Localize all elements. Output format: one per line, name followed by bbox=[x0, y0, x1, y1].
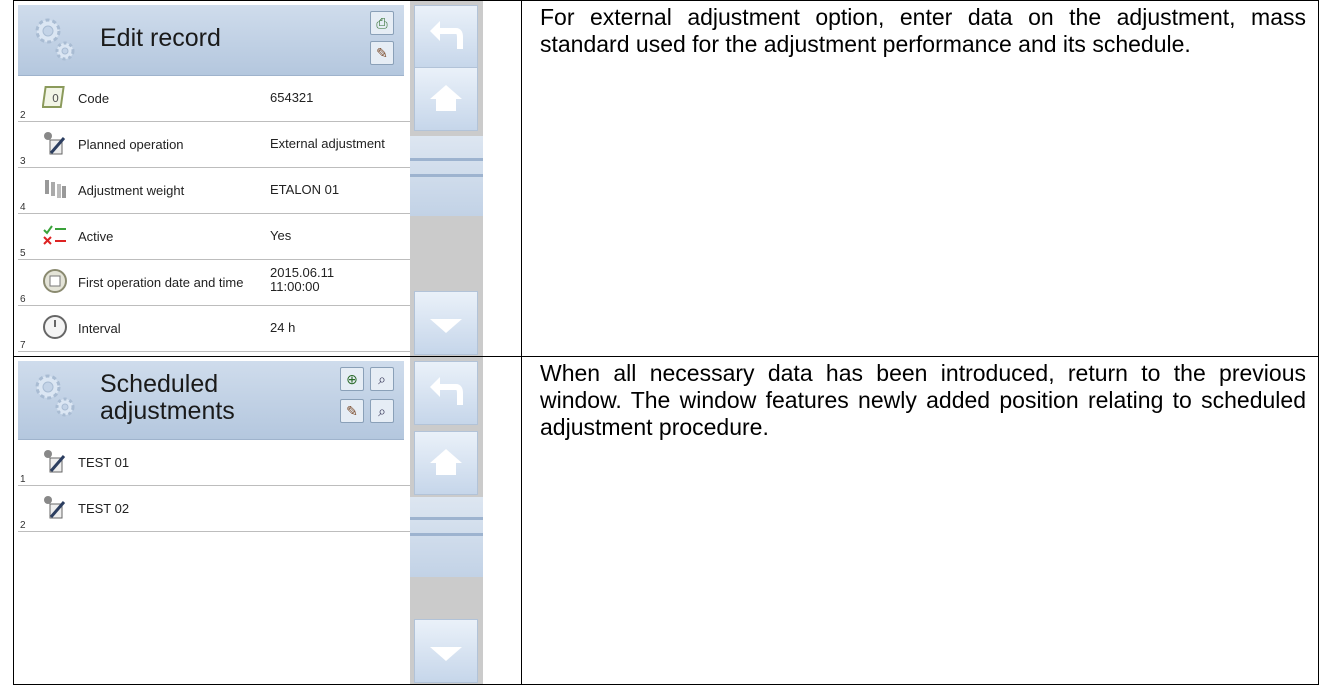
field-value: ETALON 01 bbox=[270, 182, 340, 197]
field-label: Planned operation bbox=[78, 137, 184, 152]
scheduled-adjustments-list: 1 TEST 01 2 TEST 02 bbox=[18, 440, 410, 532]
page-title: Edit record bbox=[100, 24, 221, 52]
scrollbar-handle[interactable] bbox=[410, 136, 483, 216]
row-number: 1 bbox=[20, 474, 26, 485]
eraser-icon[interactable]: ✎ bbox=[340, 399, 364, 423]
field-label: Active bbox=[78, 229, 114, 244]
svg-text:0: 0 bbox=[52, 92, 59, 105]
navigation-sidebar bbox=[410, 357, 483, 684]
description-text: For external adjustment option, enter da… bbox=[540, 4, 1306, 57]
undo-arrow-icon bbox=[430, 377, 463, 405]
page-title: Scheduled adjustments bbox=[100, 371, 235, 425]
clock-icon bbox=[43, 315, 67, 339]
home-button[interactable] bbox=[414, 67, 478, 131]
field-value: Yes bbox=[270, 228, 292, 243]
list-item[interactable]: 2 0 Code 654321 bbox=[18, 76, 410, 122]
active-toggle-icon bbox=[43, 225, 66, 245]
field-value: 2015.06.11 11:00:00 bbox=[270, 265, 335, 294]
field-label: Code bbox=[78, 91, 110, 106]
row-number: 4 bbox=[20, 202, 26, 213]
operation-icon bbox=[44, 132, 66, 155]
title-line-2: adjustments bbox=[100, 397, 235, 425]
back-button[interactable] bbox=[414, 5, 478, 69]
operation-icon bbox=[44, 496, 66, 519]
title-line-1: Scheduled bbox=[100, 370, 219, 398]
back-button[interactable] bbox=[414, 361, 478, 425]
item-label: TEST 02 bbox=[78, 501, 130, 516]
search-by-name-icon[interactable]: ⌕ bbox=[370, 367, 394, 391]
item-label: TEST 01 bbox=[78, 455, 130, 470]
scroll-down-button[interactable] bbox=[414, 291, 478, 355]
arrow-down-icon bbox=[430, 647, 462, 661]
row-number: 7 bbox=[20, 340, 26, 351]
list-item[interactable]: 6 First operation date and time 2015.06.… bbox=[18, 260, 410, 306]
scroll-down-button[interactable] bbox=[414, 619, 478, 683]
row-number: 2 bbox=[20, 110, 26, 121]
scheduled-adjustments-screen: Scheduled adjustments ⊕ ⌕ ✎ ⌕ 1 TEST 01 2… bbox=[14, 357, 521, 684]
home-icon bbox=[430, 85, 462, 111]
add-icon[interactable]: ⊕ bbox=[340, 367, 364, 391]
text-cell-2: When all necessary data has been introdu… bbox=[521, 356, 1319, 685]
field-label: Interval bbox=[78, 321, 121, 336]
arrow-down-icon bbox=[430, 319, 462, 333]
screenshot-cell-1: Edit record ⎙ ✎ 2 0 Code 654321 3 Planne… bbox=[13, 0, 522, 357]
scrollbar-handle[interactable] bbox=[410, 497, 483, 577]
header-bar: Edit record ⎙ ✎ bbox=[18, 5, 404, 76]
settings-gears-icon bbox=[35, 374, 75, 417]
list-item[interactable]: 1 TEST 01 bbox=[18, 440, 410, 486]
eraser-icon[interactable]: ✎ bbox=[370, 41, 394, 65]
print-icon[interactable]: ⎙ bbox=[370, 11, 394, 35]
list-item[interactable]: 3 Planned operation External adjustment bbox=[18, 122, 410, 168]
search-by-code-icon[interactable]: ⌕ bbox=[370, 399, 394, 423]
text-cell-1: For external adjustment option, enter da… bbox=[521, 0, 1319, 357]
row-number: 6 bbox=[20, 294, 26, 305]
list-item[interactable]: 4 Adjustment weight ETALON 01 bbox=[18, 168, 410, 214]
home-button[interactable] bbox=[414, 431, 478, 495]
weights-icon bbox=[45, 180, 66, 198]
navigation-sidebar bbox=[410, 1, 483, 356]
field-value: External adjustment bbox=[270, 136, 385, 151]
list-item[interactable]: 7 Interval 24 h bbox=[18, 306, 410, 352]
code-icon: 0 bbox=[42, 86, 65, 108]
list-item[interactable]: 2 TEST 02 bbox=[18, 486, 410, 532]
screenshot-cell-2: Scheduled adjustments ⊕ ⌕ ✎ ⌕ 1 TEST 01 2… bbox=[13, 356, 522, 685]
operation-icon bbox=[44, 450, 66, 473]
settings-gears-icon bbox=[35, 18, 75, 61]
field-value: 654321 bbox=[270, 90, 314, 105]
document-table: Edit record ⎙ ✎ 2 0 Code 654321 3 Planne… bbox=[13, 0, 1319, 685]
home-icon bbox=[430, 449, 462, 475]
row-number: 3 bbox=[20, 156, 26, 167]
list-item[interactable]: 5 Active Yes bbox=[18, 214, 410, 260]
field-label: Adjustment weight bbox=[78, 183, 185, 198]
header-bar: Scheduled adjustments ⊕ ⌕ ✎ ⌕ bbox=[18, 361, 404, 440]
calendar-icon bbox=[43, 269, 67, 293]
undo-arrow-icon bbox=[430, 21, 463, 49]
description-text: When all necessary data has been introdu… bbox=[540, 360, 1306, 440]
row-number: 5 bbox=[20, 248, 26, 259]
field-value: 24 h bbox=[270, 320, 296, 335]
edit-record-screen: Edit record ⎙ ✎ 2 0 Code 654321 3 Planne… bbox=[14, 1, 521, 356]
row-number: 2 bbox=[20, 520, 26, 531]
record-fields-list: 2 0 Code 654321 3 Planned operation Exte… bbox=[18, 76, 410, 352]
field-label: First operation date and time bbox=[78, 275, 244, 290]
